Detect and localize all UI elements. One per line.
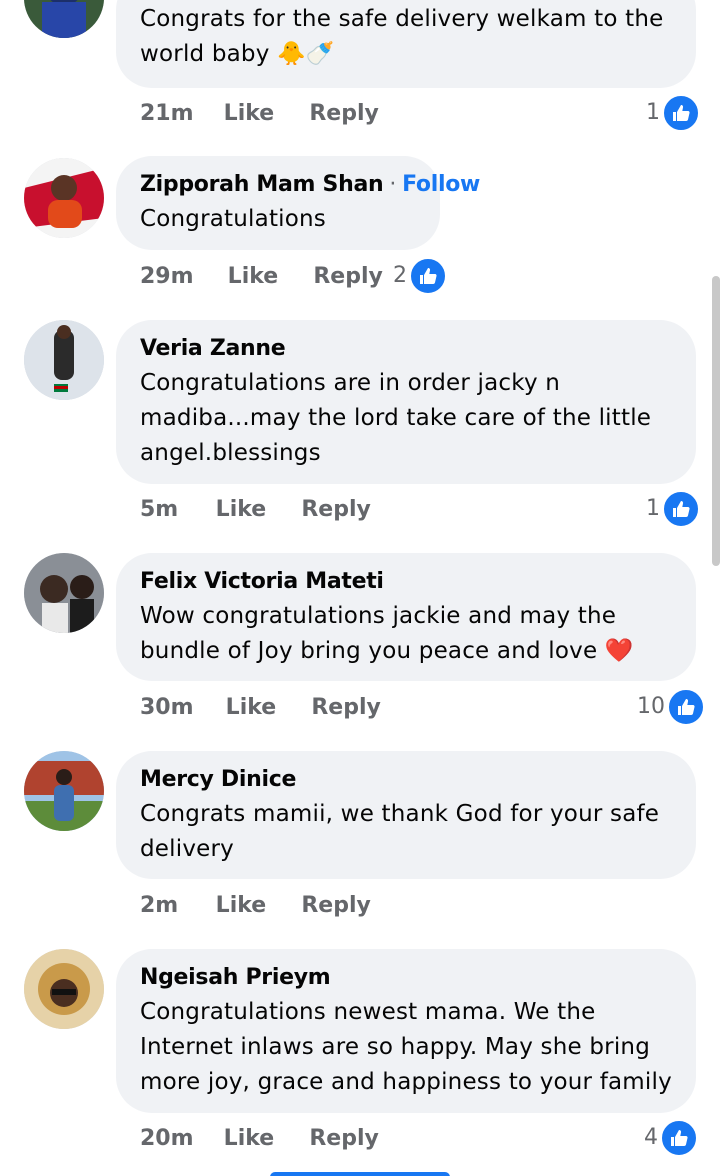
- scrollbar[interactable]: [712, 276, 720, 566]
- thumbs-up-icon: [662, 490, 700, 528]
- comment-text: bundle of Joy bring you peace and love ❤…: [140, 638, 634, 664]
- comment-text: Congratulations: [140, 206, 326, 232]
- thumbs-up-icon: [662, 94, 700, 132]
- comment-bubble: Zipporah Mam Shan · Follow Congratulations: [116, 156, 480, 250]
- comment-bubble: Veria Zanne Congratulations are in order…: [116, 320, 696, 484]
- avatar[interactable]: [24, 320, 104, 400]
- comment-text: Internet inlaws are so happy. May she br…: [140, 1034, 650, 1060]
- like-button[interactable]: Like: [224, 94, 302, 134]
- comment-text: Congratulations newest mama. We the: [140, 999, 596, 1025]
- comment-author[interactable]: Mercy Dinice: [140, 763, 672, 797]
- thumbs-up-icon: [660, 1119, 698, 1157]
- comment-text: madiba...may the lord take care of the l…: [140, 405, 652, 431]
- follow-button[interactable]: Follow: [402, 172, 480, 197]
- comment-actions: 30m Like Reply: [140, 688, 381, 728]
- like-button[interactable]: Like: [216, 490, 294, 530]
- reply-button[interactable]: Reply: [301, 490, 371, 530]
- comment-actions: 29m Like Reply: [140, 257, 383, 297]
- comment-actions: 5m Like Reply: [140, 490, 371, 530]
- comment-text: Congrats for the safe delivery welkam to…: [140, 6, 664, 32]
- comment-time: 29m: [140, 264, 194, 289]
- separator-dot: ·: [389, 172, 397, 197]
- like-button[interactable]: Like: [224, 1119, 302, 1159]
- avatar[interactable]: [24, 0, 104, 38]
- reply-button[interactable]: Reply: [311, 688, 381, 728]
- comment-bubble: Congrats for the safe delivery welkam to…: [116, 0, 696, 88]
- comment-author[interactable]: Zipporah Mam Shan: [140, 172, 384, 197]
- load-more-button[interactable]: [270, 1172, 450, 1176]
- comment-bubble: Ngeisah Prieym Congratulations newest ma…: [116, 949, 696, 1113]
- thumbs-up-icon: [667, 688, 705, 726]
- avatar[interactable]: [24, 751, 104, 831]
- thumbs-up-icon: [409, 257, 447, 295]
- comment-time: 5m: [140, 497, 179, 522]
- comment-text: angel.blessings: [140, 440, 321, 466]
- comment-text: delivery: [140, 836, 234, 862]
- comment-text: Wow congratulations jackie and may the: [140, 603, 617, 629]
- comment-bubble: Felix Victoria Mateti Wow congratulation…: [116, 553, 696, 681]
- comment-author[interactable]: Veria Zanne: [140, 332, 672, 366]
- comment-text: Congrats mamii, we thank God for your sa…: [140, 801, 660, 827]
- reply-button[interactable]: Reply: [313, 257, 383, 297]
- like-button[interactable]: Like: [228, 257, 306, 297]
- like-button[interactable]: Like: [216, 886, 294, 926]
- comment-actions: 20m Like Reply: [140, 1119, 379, 1159]
- reply-button[interactable]: Reply: [309, 94, 379, 134]
- avatar[interactable]: [24, 553, 104, 633]
- reply-button[interactable]: Reply: [309, 1119, 379, 1159]
- reaction-count[interactable]: 2: [393, 256, 447, 296]
- reaction-count[interactable]: 1: [646, 93, 700, 133]
- comment-author[interactable]: Felix Victoria Mateti: [140, 565, 672, 599]
- reply-button[interactable]: Reply: [301, 886, 371, 926]
- comment-time: 20m: [140, 1126, 194, 1151]
- avatar[interactable]: [24, 158, 104, 238]
- avatar[interactable]: [24, 949, 104, 1029]
- comment-time: 2m: [140, 893, 179, 918]
- comment-actions: 2m Like Reply: [140, 886, 371, 926]
- comment-author-line: Zipporah Mam Shan · Follow: [140, 168, 480, 202]
- comment-text: world baby 🐥🍼: [140, 41, 335, 67]
- comment-actions: 21m Like Reply: [140, 94, 379, 134]
- reaction-count[interactable]: 10: [637, 687, 705, 727]
- comment-author[interactable]: Ngeisah Prieym: [140, 961, 672, 995]
- comment-bubble: Mercy Dinice Congrats mamii, we thank Go…: [116, 751, 696, 879]
- reaction-count[interactable]: 4: [644, 1118, 698, 1158]
- comment-time: 21m: [140, 101, 194, 126]
- comment-time: 30m: [140, 695, 194, 720]
- reaction-count[interactable]: 1: [646, 489, 700, 529]
- comments-feed: Congrats for the safe delivery welkam to…: [0, 0, 720, 1176]
- comment-text: more joy, grace and happiness to your fa…: [140, 1069, 672, 1095]
- like-button[interactable]: Like: [226, 688, 304, 728]
- comment-text: Congratulations are in order jacky n: [140, 370, 561, 396]
